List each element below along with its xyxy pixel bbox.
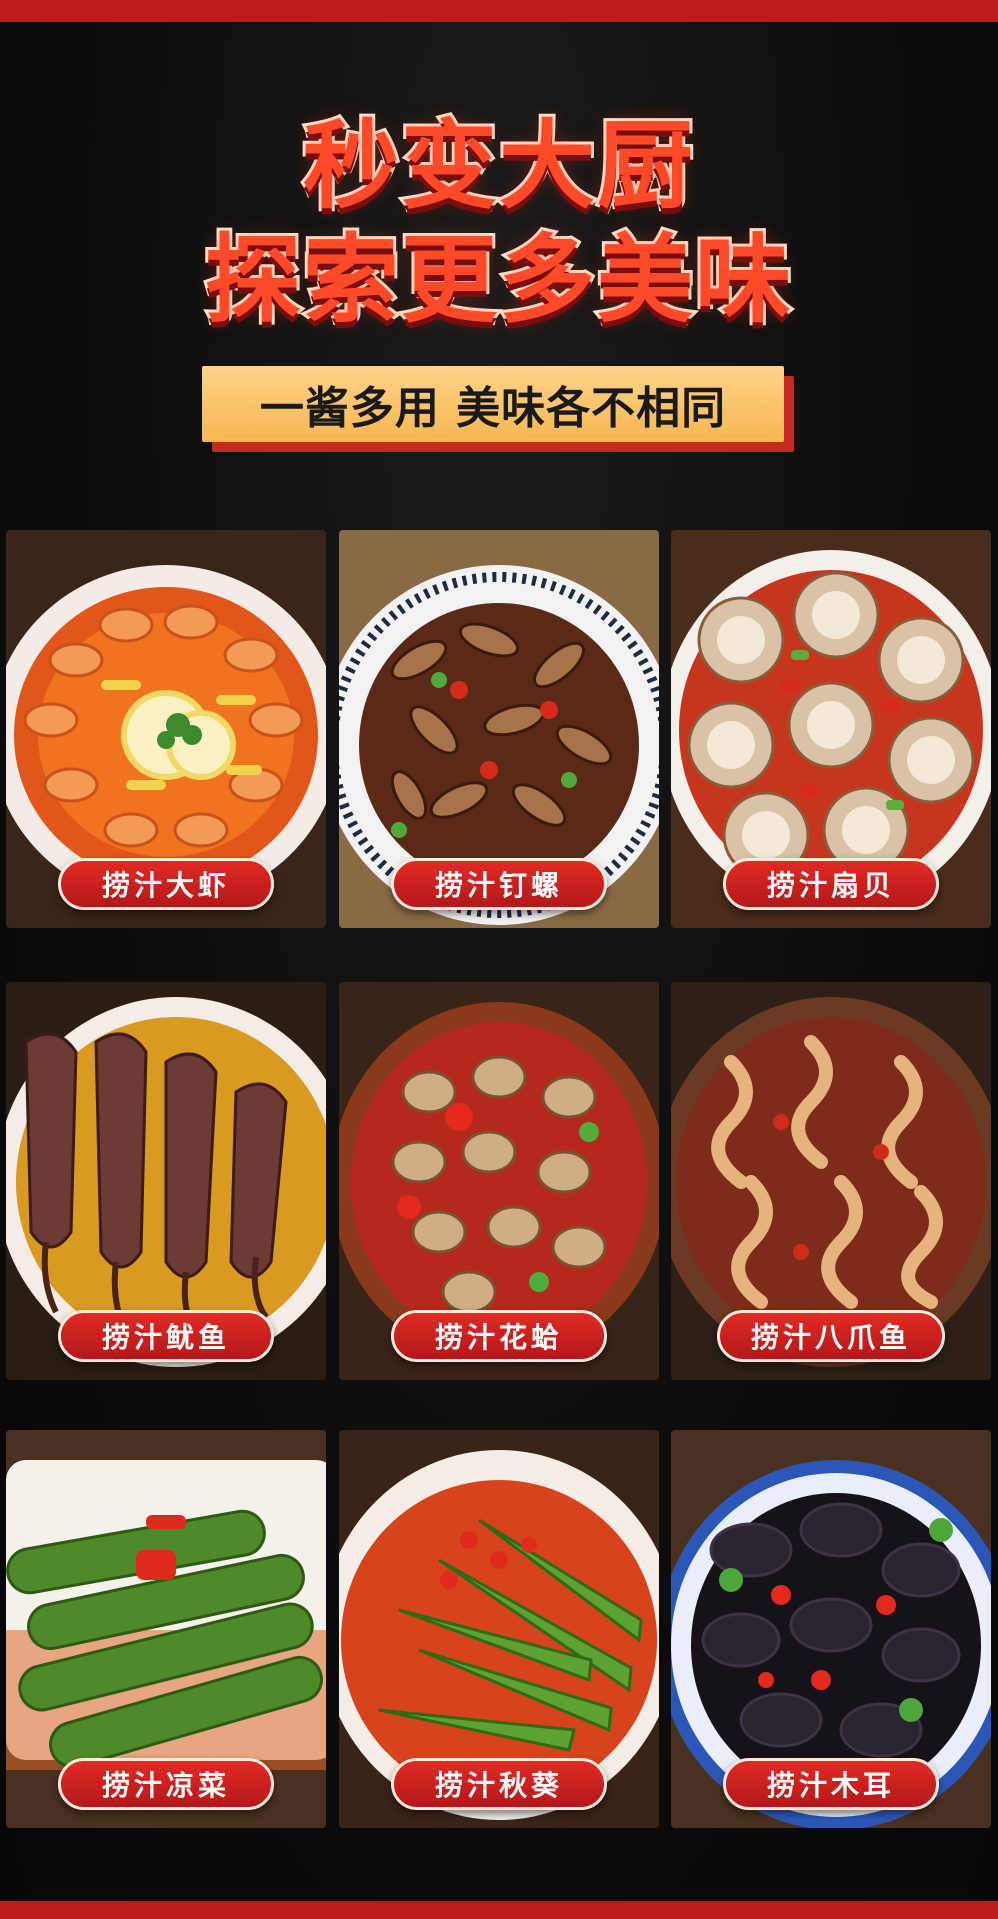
dish-card-squid: 捞汁鱿鱼: [6, 982, 326, 1380]
dish-label-clam: 捞汁花蛤: [391, 1310, 607, 1362]
dish-label-shrimp: 捞汁大虾: [58, 858, 274, 910]
dish-label-fungus: 捞汁木耳: [723, 1758, 939, 1810]
dish-label-squid: 捞汁鱿鱼: [58, 1310, 274, 1362]
dish-card-octopus: 捞汁八爪鱼: [671, 982, 991, 1380]
dish-card-clam: 捞汁花蛤: [339, 982, 659, 1380]
promo-page: 秒变大厨 探索更多美味 一酱多用 美味各不相同 捞汁大虾 捞汁钉螺 捞汁扇贝 捞…: [0, 0, 998, 1919]
dish-label-octopus: 捞汁八爪鱼: [717, 1310, 945, 1362]
dish-card-snail: 捞汁钉螺: [339, 530, 659, 928]
dish-label-okra: 捞汁秋葵: [391, 1758, 607, 1810]
dish-card-okra: 捞汁秋葵: [339, 1430, 659, 1828]
slogan-banner: 一酱多用 美味各不相同: [202, 366, 784, 442]
headline-line-2: 探索更多美味: [202, 223, 794, 336]
bottom-red-strip: [0, 1901, 998, 1919]
dish-card-scallop: 捞汁扇贝: [671, 530, 991, 928]
dish-card-fungus: 捞汁木耳: [671, 1430, 991, 1828]
top-red-strip: [0, 0, 998, 22]
dish-card-shrimp: 捞汁大虾: [6, 530, 326, 928]
headline-line-1: 秒变大厨: [300, 109, 696, 222]
dish-label-cucumber: 捞汁凉菜: [58, 1758, 274, 1810]
dish-card-cucumber: 捞汁凉菜: [6, 1430, 326, 1828]
dish-label-snail: 捞汁钉螺: [391, 858, 607, 910]
dish-label-scallop: 捞汁扇贝: [723, 858, 939, 910]
